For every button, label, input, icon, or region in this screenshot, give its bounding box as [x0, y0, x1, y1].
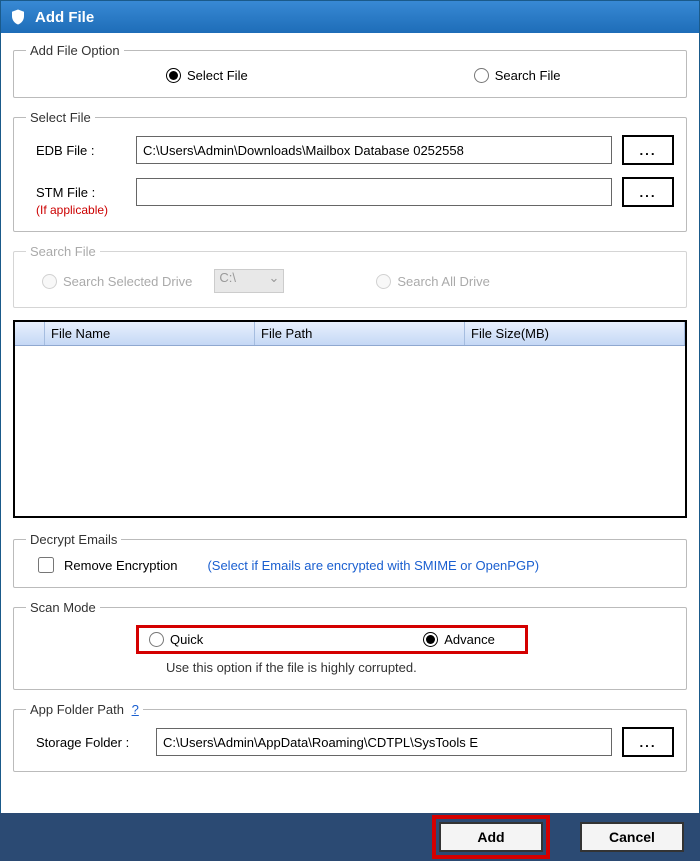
col-filepath[interactable]: File Path — [255, 322, 465, 345]
drive-select: C:\ ⌄ — [214, 269, 284, 293]
decrypt-hint: (Select if Emails are encrypted with SMI… — [207, 558, 539, 573]
shield-icon — [9, 8, 27, 26]
advance-radio[interactable] — [423, 632, 438, 647]
app-folder-legend: App Folder Path ? — [26, 702, 143, 717]
chevron-down-icon: ⌄ — [268, 270, 279, 286]
col-filesize[interactable]: File Size(MB) — [465, 322, 685, 345]
window-title: Add File — [35, 9, 94, 26]
scan-legend: Scan Mode — [26, 600, 100, 615]
select-file-label: Select File — [187, 68, 248, 83]
search-all-drive-radio — [376, 274, 391, 289]
search-file-label: Search File — [495, 68, 561, 83]
search-file-radio[interactable] — [474, 68, 489, 83]
stm-browse-button[interactable]: ... — [622, 177, 674, 207]
scan-mode-highlight: Quick Advance — [136, 625, 528, 654]
remove-encryption-label: Remove Encryption — [64, 558, 177, 573]
footer: Add Cancel — [0, 813, 700, 861]
select-file-legend: Select File — [26, 110, 95, 125]
decrypt-emails-group: Decrypt Emails Remove Encryption (Select… — [13, 532, 687, 588]
edb-browse-button[interactable]: ... — [622, 135, 674, 165]
add-button[interactable]: Add — [439, 822, 543, 852]
quick-label: Quick — [170, 632, 203, 647]
cancel-button[interactable]: Cancel — [580, 822, 684, 852]
table-header: File Name File Path File Size(MB) — [15, 322, 685, 346]
edb-label: EDB File : — [26, 143, 126, 158]
storage-folder-label: Storage Folder : — [26, 735, 146, 750]
app-folder-legend-text: App Folder Path — [30, 702, 124, 717]
remove-encryption-checkbox[interactable] — [38, 557, 54, 573]
drive-value: C:\ — [219, 270, 236, 285]
scan-mode-group: Scan Mode Quick Advance Use this option … — [13, 600, 687, 690]
search-all-drive-label: Search All Drive — [397, 274, 489, 289]
search-file-legend: Search File — [26, 244, 100, 259]
stm-input[interactable] — [136, 178, 612, 206]
titlebar: Add File — [1, 1, 699, 33]
search-selected-drive-label: Search Selected Drive — [63, 274, 192, 289]
help-icon[interactable]: ? — [132, 702, 139, 717]
app-folder-group: App Folder Path ? Storage Folder : ... — [13, 702, 687, 772]
select-file-group: Select File EDB File : ... STM File : ..… — [13, 110, 687, 232]
col-checkbox — [15, 322, 45, 345]
decrypt-legend: Decrypt Emails — [26, 532, 121, 547]
file-table: File Name File Path File Size(MB) — [13, 320, 687, 518]
search-file-group: Search File Search Selected Drive C:\ ⌄ … — [13, 244, 687, 308]
search-selected-drive-radio — [42, 274, 57, 289]
advance-label: Advance — [444, 632, 495, 647]
add-file-option-group: Add File Option Select File Search File — [13, 43, 687, 98]
stm-label: STM File : — [26, 185, 126, 200]
select-file-radio[interactable] — [166, 68, 181, 83]
col-filename[interactable]: File Name — [45, 322, 255, 345]
storage-folder-input[interactable] — [156, 728, 612, 756]
storage-browse-button[interactable]: ... — [622, 727, 674, 757]
table-body — [15, 346, 685, 516]
edb-input[interactable] — [136, 136, 612, 164]
add-button-highlight: Add — [432, 815, 550, 859]
add-file-option-legend: Add File Option — [26, 43, 124, 58]
scan-note: Use this option if the file is highly co… — [166, 660, 674, 675]
quick-radio[interactable] — [149, 632, 164, 647]
